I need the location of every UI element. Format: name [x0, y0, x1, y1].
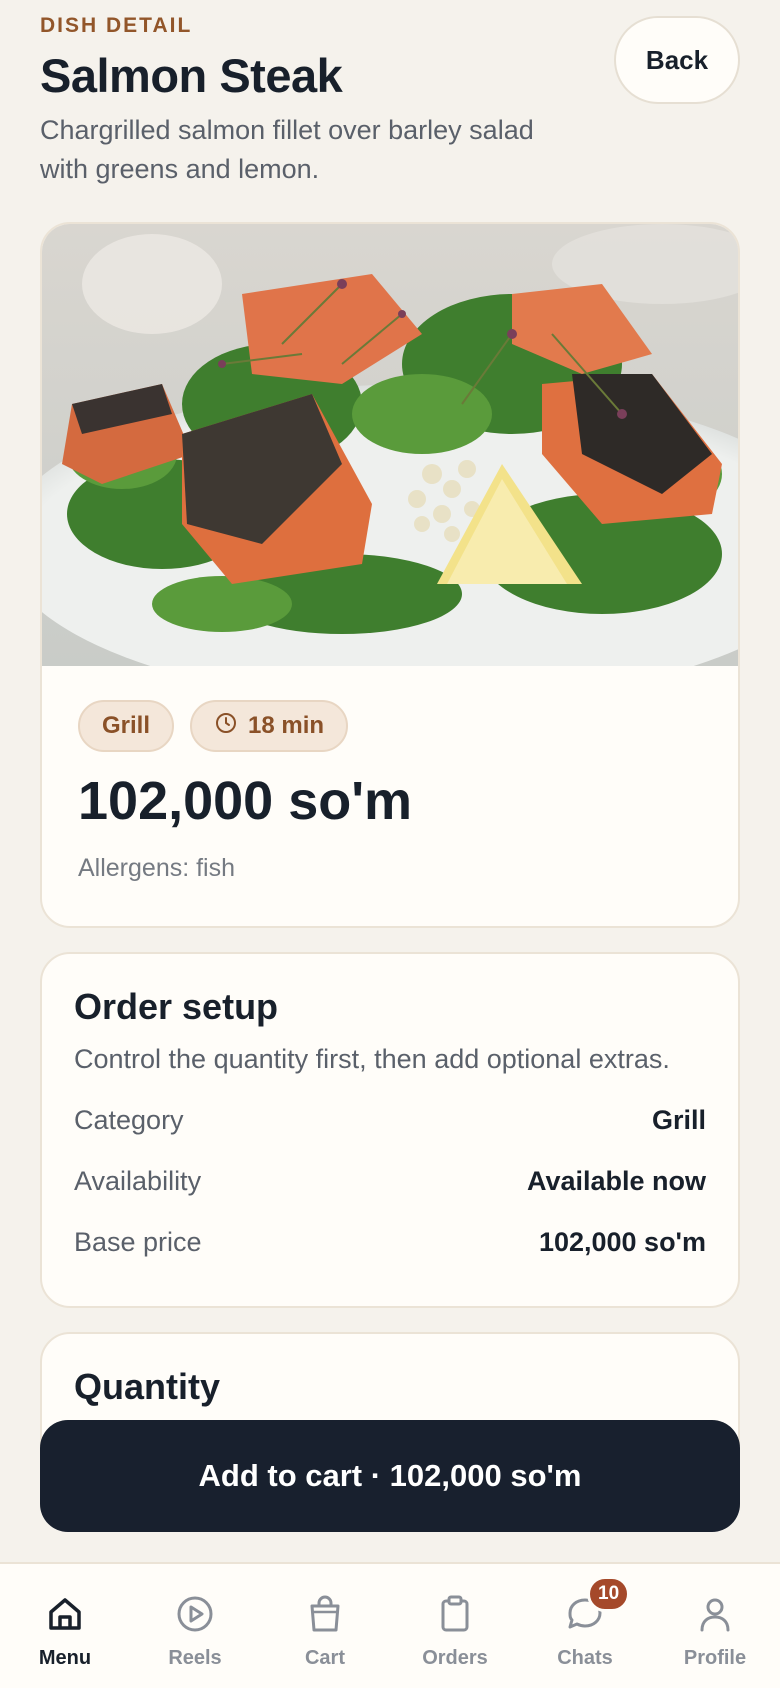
dish-tags: Grill 18 min — [78, 700, 349, 752]
tab-reels[interactable]: Reels — [130, 1564, 260, 1688]
tab-label: Chats — [557, 1647, 613, 1669]
home-icon — [43, 1592, 87, 1641]
tab-label: Cart — [304, 1647, 345, 1669]
tab-label: Profile — [683, 1647, 747, 1669]
tag-label: 18 min — [248, 712, 325, 739]
info-value: Available now — [526, 1166, 706, 1196]
tag-prep-time: 18 min — [190, 700, 349, 752]
bottom-spacer — [0, 1532, 780, 1562]
tab-label: Reels — [168, 1647, 222, 1669]
back-button[interactable]: Back — [614, 16, 740, 104]
tab-profile[interactable]: Profile — [650, 1564, 780, 1688]
tab-label: Menu — [38, 1647, 92, 1669]
order-setup-card: Order setup Control the quantity first, … — [40, 952, 740, 1308]
play-icon — [173, 1592, 217, 1641]
info-value: 102,000 so'm — [538, 1227, 706, 1257]
tab-orders[interactable]: Orders — [390, 1564, 520, 1688]
info-key: Availability — [74, 1166, 202, 1196]
bag-icon — [303, 1592, 347, 1641]
tag-category: Grill — [78, 700, 175, 752]
info-key: Base price — [74, 1227, 202, 1257]
order-setup-subtitle: Control the quantity first, then add opt… — [74, 1044, 670, 1074]
order-setup-title: Order setup — [74, 986, 279, 1027]
info-key: Category — [74, 1105, 184, 1135]
allergens-text: Allergens: fish — [78, 854, 236, 882]
clock-icon — [214, 711, 238, 742]
bottom-tab-bar: Menu Reels Cart Orders 10 Chats Profile — [0, 1562, 780, 1688]
info-row-base-price: Base price 102,000 so'm — [74, 1227, 706, 1258]
dish-photo — [42, 224, 738, 666]
add-to-cart-button[interactable]: Add to cart · 102,000 so'm — [40, 1420, 740, 1532]
salmon-salad-image — [42, 224, 738, 666]
info-value: Grill — [651, 1105, 706, 1135]
dish-price: 102,000 so'm — [78, 771, 413, 831]
chats-unread-badge: 10 — [587, 1576, 631, 1612]
quantity-title: Quantity — [74, 1366, 221, 1407]
info-row-availability: Availability Available now — [74, 1166, 706, 1197]
tab-chats[interactable]: 10 Chats — [520, 1564, 650, 1688]
info-row-category: Category Grill — [74, 1105, 706, 1136]
page-subtitle: Chargrilled salmon fillet over barley sa… — [40, 115, 534, 184]
user-icon — [693, 1592, 737, 1641]
tag-label: Grill — [102, 712, 151, 739]
dish-card: Grill 18 min 102,000 so'm Allergens: fis… — [40, 222, 740, 928]
tab-label: Orders — [422, 1647, 488, 1669]
tab-cart[interactable]: Cart — [260, 1564, 390, 1688]
clipboard-icon — [433, 1592, 477, 1641]
tab-menu[interactable]: Menu — [0, 1564, 130, 1688]
